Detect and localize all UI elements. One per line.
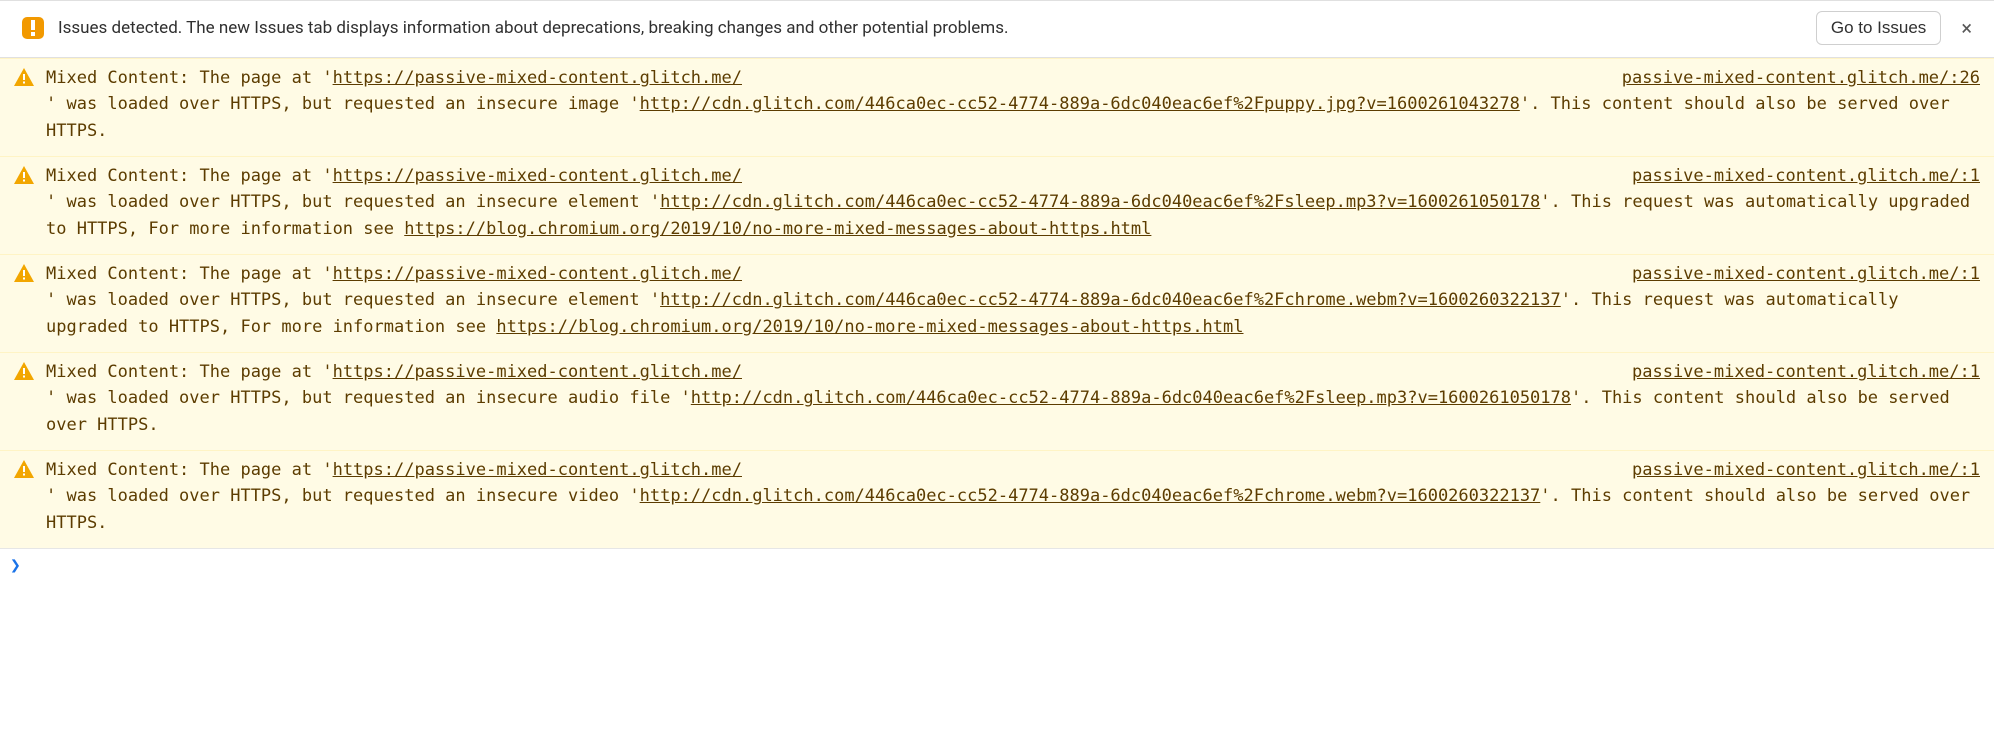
console-warning-message: Mixed Content: The page at 'https://pass… [46, 359, 1980, 438]
console-link[interactable]: https://passive-mixed-content.glitch.me/ [333, 362, 742, 382]
console-link[interactable]: http://cdn.glitch.com/446ca0ec-cc52-4774… [691, 388, 1571, 408]
issues-icon [22, 17, 44, 39]
console-warning-row: Mixed Content: The page at 'https://pass… [0, 352, 1994, 450]
console-source-link[interactable]: passive-mixed-content.glitch.me/:1 [1572, 261, 1980, 287]
console-input[interactable] [21, 556, 1984, 575]
console-link[interactable]: http://cdn.glitch.com/446ca0ec-cc52-4774… [660, 290, 1561, 310]
console-link[interactable]: https://passive-mixed-content.glitch.me/ [333, 460, 742, 480]
console-link[interactable]: https://passive-mixed-content.glitch.me/ [333, 68, 742, 88]
issues-banner: Issues detected. The new Issues tab disp… [0, 0, 1994, 58]
console-warning-message: Mixed Content: The page at 'https://pass… [46, 457, 1980, 536]
console-link[interactable]: https://blog.chromium.org/2019/10/no-mor… [404, 219, 1151, 239]
console-link[interactable]: http://cdn.glitch.com/446ca0ec-cc52-4774… [640, 486, 1541, 506]
warning-triangle-icon [14, 362, 34, 380]
console-prompt[interactable]: ❯ [0, 548, 1994, 590]
console-warning-row: Mixed Content: The page at 'https://pass… [0, 450, 1994, 548]
console-source-link[interactable]: passive-mixed-content.glitch.me/:26 [1562, 65, 1980, 91]
console-warning-message: Mixed Content: The page at 'https://pass… [46, 163, 1980, 242]
console-warning-row: Mixed Content: The page at 'https://pass… [0, 254, 1994, 352]
console-source-link[interactable]: passive-mixed-content.glitch.me/:1 [1572, 163, 1980, 189]
console-warning-message: Mixed Content: The page at 'https://pass… [46, 261, 1980, 340]
console-link[interactable]: https://passive-mixed-content.glitch.me/ [333, 264, 742, 284]
console-warning-row: Mixed Content: The page at 'https://pass… [0, 58, 1994, 156]
issues-banner-text: Issues detected. The new Issues tab disp… [58, 18, 1802, 38]
console-link[interactable]: http://cdn.glitch.com/446ca0ec-cc52-4774… [660, 192, 1540, 212]
console-link[interactable]: http://cdn.glitch.com/446ca0ec-cc52-4774… [640, 94, 1520, 114]
console-source-link[interactable]: passive-mixed-content.glitch.me/:1 [1572, 359, 1980, 385]
warning-triangle-icon [14, 166, 34, 184]
console-source-link[interactable]: passive-mixed-content.glitch.me/:1 [1572, 457, 1980, 483]
close-icon[interactable]: × [1955, 18, 1978, 38]
console-output: Mixed Content: The page at 'https://pass… [0, 58, 1994, 548]
console-warning-row: Mixed Content: The page at 'https://pass… [0, 156, 1994, 254]
console-link[interactable]: https://blog.chromium.org/2019/10/no-mor… [496, 317, 1243, 337]
warning-triangle-icon [14, 264, 34, 282]
go-to-issues-button[interactable]: Go to Issues [1816, 11, 1941, 45]
prompt-caret-icon: ❯ [10, 555, 21, 576]
console-warning-message: Mixed Content: The page at 'https://pass… [46, 65, 1980, 144]
warning-triangle-icon [14, 460, 34, 478]
console-link[interactable]: https://passive-mixed-content.glitch.me/ [333, 166, 742, 186]
warning-triangle-icon [14, 68, 34, 86]
